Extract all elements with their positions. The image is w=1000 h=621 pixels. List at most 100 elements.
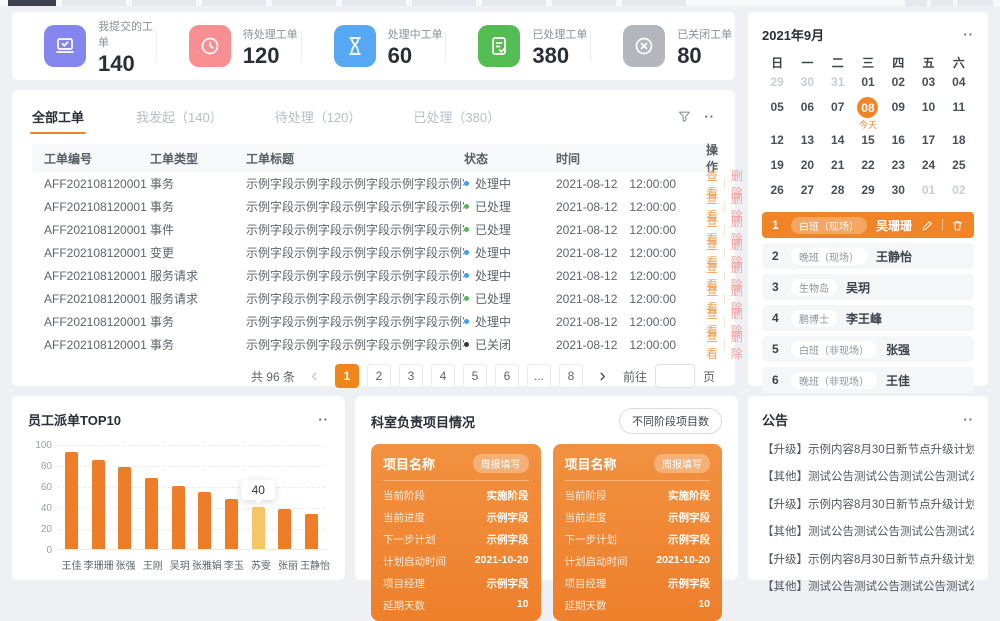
- chart-bar[interactable]: [278, 509, 291, 549]
- chart-bar[interactable]: [198, 492, 211, 549]
- calendar-day[interactable]: 23: [883, 154, 913, 179]
- page-button-5[interactable]: 5: [463, 364, 487, 388]
- table-row[interactable]: AFF202108120001服务请求示例字段示例字段示例字段示例字段示例字段已…: [32, 287, 715, 310]
- calendar-day[interactable]: 02: [883, 71, 913, 96]
- stat-card[interactable]: 我提交的工单140: [12, 18, 156, 75]
- calendar-day[interactable]: 12: [762, 129, 792, 154]
- tab-待处理（120）[interactable]: 待处理（120）: [275, 107, 362, 126]
- window-tab[interactable]: [905, 0, 927, 6]
- calendar-day[interactable]: 24: [913, 154, 943, 179]
- announcement-item[interactable]: 【升级】示例内容8月30日新节点升级计划通知: [762, 441, 974, 457]
- window-tab[interactable]: [957, 0, 993, 6]
- calendar-day[interactable]: 28: [823, 179, 853, 204]
- table-row[interactable]: AFF202108120001事务示例字段示例字段示例字段示例字段示例字段处理中…: [32, 310, 715, 333]
- table-row[interactable]: AFF202108120001事务示例字段示例字段示例字段示例字段示例字段已处理…: [32, 195, 715, 218]
- view-link[interactable]: 查看: [706, 328, 718, 362]
- calendar-day[interactable]: 13: [792, 129, 822, 154]
- table-row[interactable]: AFF202108120001事务示例字段示例字段示例字段示例字段示例字段已关闭…: [32, 333, 715, 356]
- chart-bar[interactable]: [252, 507, 265, 549]
- calendar-day[interactable]: 29: [762, 71, 792, 96]
- stat-card[interactable]: 已关闭工单80: [591, 25, 735, 67]
- window-tab[interactable]: [931, 0, 953, 6]
- window-tab[interactable]: [132, 0, 196, 6]
- stat-card[interactable]: 已处理工单380: [446, 25, 590, 67]
- calendar-day[interactable]: 25: [944, 154, 974, 179]
- more-icon[interactable]: ··: [318, 413, 329, 426]
- tab-已处理（380）[interactable]: 已处理（380）: [413, 107, 500, 126]
- announcement-item[interactable]: 【升级】示例内容8月30日新节点升级计划通知: [762, 551, 974, 567]
- announcement-item[interactable]: 【其他】测试公告测试公告测试公告测试公告测试公告: [762, 523, 974, 539]
- calendar-day[interactable]: 16: [883, 129, 913, 154]
- announcement-item[interactable]: 【其他】测试公告测试公告测试公告测试公告测试公告: [762, 578, 974, 594]
- more-icon[interactable]: ··: [963, 28, 974, 41]
- delete-link[interactable]: 删除: [731, 328, 743, 362]
- window-tab[interactable]: [412, 0, 476, 6]
- calendar-day[interactable]: 20: [792, 154, 822, 179]
- window-tab[interactable]: [62, 0, 126, 6]
- shift-row[interactable]: 1白班（现场）吴珊珊: [762, 212, 974, 238]
- announcement-item[interactable]: 【其他】测试公告测试公告测试公告测试公告测试公告: [762, 468, 974, 484]
- window-tab[interactable]: [622, 0, 686, 6]
- table-row[interactable]: AFF202108120001事件示例字段示例字段示例字段示例字段示例字段已处理…: [32, 218, 715, 241]
- calendar-day[interactable]: 30: [883, 179, 913, 204]
- weekly-report-tag[interactable]: 周报填写: [473, 454, 529, 473]
- chart-bar[interactable]: [92, 460, 105, 549]
- page-button-2[interactable]: 2: [367, 364, 391, 388]
- calendar-day[interactable]: 31: [823, 71, 853, 96]
- shift-row[interactable]: 5白班（非现场）张强: [762, 336, 974, 362]
- calendar-day[interactable]: 04: [944, 71, 974, 96]
- calendar-day[interactable]: 21: [823, 154, 853, 179]
- trash-icon[interactable]: [951, 219, 964, 232]
- project-card[interactable]: 项目名称周报填写当前阶段实施阶段当前进度示例字段下一步计划示例字段计划启动时间2…: [553, 444, 723, 621]
- calendar-day[interactable]: 05: [762, 96, 792, 131]
- table-row[interactable]: AFF202108120001事务示例字段示例字段示例字段示例字段示例字段处理中…: [32, 172, 715, 195]
- calendar-day[interactable]: 19: [762, 154, 792, 179]
- shift-row[interactable]: 3生物岛吴玥: [762, 274, 974, 300]
- project-card[interactable]: 项目名称周报填写当前阶段实施阶段当前进度示例字段下一步计划示例字段计划启动时间2…: [371, 444, 541, 621]
- edit-pencil-icon[interactable]: [921, 219, 934, 232]
- goto-page-input[interactable]: [655, 364, 695, 388]
- shift-row[interactable]: 4鹏博士李王峰: [762, 305, 974, 331]
- calendar-day[interactable]: 08今天: [853, 96, 883, 131]
- active-window-tab[interactable]: [8, 0, 56, 6]
- chart-bar[interactable]: [65, 452, 78, 549]
- calendar-day[interactable]: 30: [792, 71, 822, 96]
- calendar-day[interactable]: 02: [944, 179, 974, 204]
- more-icon[interactable]: ··: [704, 110, 715, 123]
- calendar-day[interactable]: 22: [853, 154, 883, 179]
- page-button-8[interactable]: 8: [559, 364, 583, 388]
- tab-全部工单[interactable]: 全部工单: [32, 107, 84, 126]
- stage-projects-button[interactable]: 不同阶段项目数: [619, 408, 722, 434]
- chart-bar[interactable]: [305, 514, 318, 549]
- announcement-item[interactable]: 【升级】示例内容8月30日新节点升级计划通知: [762, 496, 974, 512]
- tab-我发起（140）[interactable]: 我发起（140）: [136, 107, 223, 126]
- weekly-report-tag[interactable]: 周报填写: [654, 454, 710, 473]
- calendar-day[interactable]: 29: [853, 179, 883, 204]
- calendar-day[interactable]: 01: [853, 71, 883, 96]
- chart-bar[interactable]: [225, 499, 238, 549]
- calendar-day[interactable]: 01: [913, 179, 943, 204]
- calendar-day[interactable]: 03: [913, 71, 943, 96]
- prev-page-button[interactable]: [303, 364, 327, 388]
- filter-funnel-icon[interactable]: [677, 109, 692, 124]
- chart-bar[interactable]: [172, 486, 185, 549]
- calendar-day[interactable]: 06: [792, 96, 822, 131]
- window-tab[interactable]: [202, 0, 266, 6]
- calendar-day[interactable]: 15: [853, 129, 883, 154]
- more-icon[interactable]: ··: [963, 413, 974, 426]
- page-button-3[interactable]: 3: [399, 364, 423, 388]
- calendar-day[interactable]: 09: [883, 96, 913, 131]
- calendar-day[interactable]: 26: [762, 179, 792, 204]
- calendar-day[interactable]: 18: [944, 129, 974, 154]
- page-button-6[interactable]: 6: [495, 364, 519, 388]
- calendar-day[interactable]: 27: [792, 179, 822, 204]
- chart-bar[interactable]: [145, 478, 158, 549]
- stat-card[interactable]: 处理中工单60: [302, 25, 446, 67]
- page-button-1[interactable]: 1: [335, 364, 359, 388]
- shift-row[interactable]: 6晚班（非现场）王佳: [762, 367, 974, 393]
- window-tab[interactable]: [272, 0, 336, 6]
- page-button-4[interactable]: 4: [431, 364, 455, 388]
- calendar-day[interactable]: 11: [944, 96, 974, 131]
- shift-row[interactable]: 2晚班（现场）王静怡: [762, 243, 974, 269]
- calendar-day[interactable]: 10: [913, 96, 943, 131]
